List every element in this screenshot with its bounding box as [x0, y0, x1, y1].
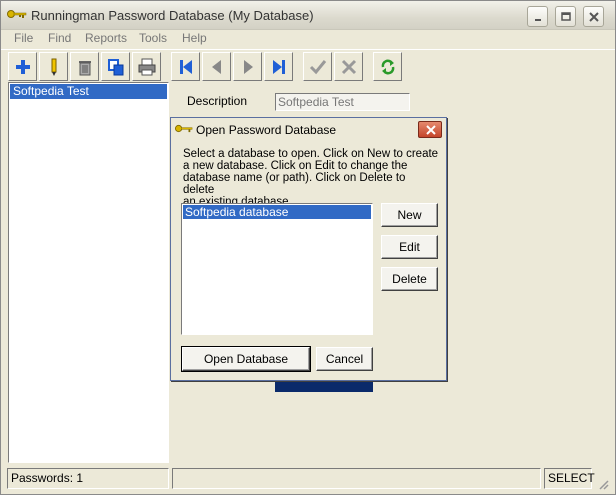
- menu-tools[interactable]: Tools: [139, 31, 167, 45]
- delete-button[interactable]: Delete: [381, 267, 438, 291]
- refresh-icon: [381, 59, 395, 75]
- resize-grip-icon[interactable]: [597, 478, 609, 493]
- password-count: Passwords: 1: [7, 468, 169, 489]
- instruction-line: database name (or path). Click on Delete…: [183, 172, 406, 196]
- menu-find[interactable]: Find: [48, 31, 71, 45]
- menu-bar: File Find Reports Tools Help: [1, 30, 615, 48]
- status-message: [172, 468, 541, 489]
- add-icon: [16, 60, 30, 74]
- first-record-button[interactable]: [171, 52, 200, 81]
- last-icon: [273, 60, 285, 74]
- close-icon: [589, 12, 599, 22]
- maximize-button[interactable]: [555, 6, 576, 27]
- dialog-title-bar[interactable]: Open Password Database: [171, 118, 446, 141]
- main-window: Runningman Password Database (My Databas…: [0, 0, 616, 495]
- add-button[interactable]: [8, 52, 37, 81]
- database-list[interactable]: Softpedia database: [181, 203, 373, 335]
- refresh-button[interactable]: [373, 52, 402, 81]
- minimize-icon: [535, 19, 541, 21]
- minimize-button[interactable]: [527, 6, 548, 27]
- mode-indicator: SELECT: [544, 468, 595, 489]
- new-button[interactable]: New: [381, 203, 438, 227]
- previous-record-button[interactable]: [202, 52, 231, 81]
- instruction-line: Select a database to open. Click on New …: [183, 148, 439, 160]
- list-item[interactable]: Softpedia database: [183, 205, 371, 219]
- dialog-instructions: Select a database to open. Click on New …: [183, 148, 439, 208]
- accept-button[interactable]: [303, 52, 332, 81]
- accept-icon: [309, 60, 327, 75]
- next-icon: [244, 60, 253, 74]
- instruction-line: a new database. Click on Edit to change …: [183, 160, 408, 172]
- print-icon: [138, 58, 156, 76]
- cancel-icon: [341, 59, 357, 75]
- last-record-button[interactable]: [264, 52, 293, 81]
- password-list[interactable]: Softpedia Test: [8, 82, 169, 463]
- open-database-button[interactable]: Open Database: [181, 346, 311, 372]
- copy-icon: [108, 59, 124, 76]
- menu-reports[interactable]: Reports: [85, 31, 127, 45]
- window-title: Runningman Password Database (My Databas…: [31, 8, 314, 23]
- toolbar: [1, 49, 615, 83]
- list-item[interactable]: Softpedia Test: [10, 84, 167, 99]
- key-icon: [7, 8, 27, 22]
- close-icon: [426, 125, 436, 135]
- title-bar[interactable]: Runningman Password Database (My Databas…: [1, 1, 615, 30]
- delete-icon: [79, 61, 91, 76]
- description-label: Description: [187, 94, 248, 108]
- delete-button[interactable]: [70, 52, 99, 81]
- first-icon: [180, 60, 192, 74]
- status-bar: Passwords: 1 SELECT: [1, 466, 615, 494]
- cancel-edit-button[interactable]: [334, 52, 363, 81]
- edit-button[interactable]: [39, 52, 68, 81]
- menu-file[interactable]: File: [14, 31, 33, 45]
- edit-button[interactable]: Edit: [381, 235, 438, 259]
- edit-icon: [51, 58, 57, 76]
- previous-icon: [212, 60, 221, 74]
- next-record-button[interactable]: [233, 52, 262, 81]
- menu-help[interactable]: Help: [182, 31, 207, 45]
- cancel-button[interactable]: Cancel: [316, 347, 373, 371]
- print-button[interactable]: [132, 52, 161, 81]
- dialog-close-button[interactable]: [418, 121, 442, 138]
- description-field[interactable]: Softpedia Test: [275, 93, 410, 111]
- copy-button[interactable]: [101, 52, 130, 81]
- restore-icon: [561, 12, 571, 21]
- dialog-title: Open Password Database: [196, 123, 337, 137]
- open-database-dialog: Open Password Database Select a database…: [170, 117, 447, 381]
- close-button[interactable]: [583, 6, 604, 27]
- key-icon: [175, 123, 193, 137]
